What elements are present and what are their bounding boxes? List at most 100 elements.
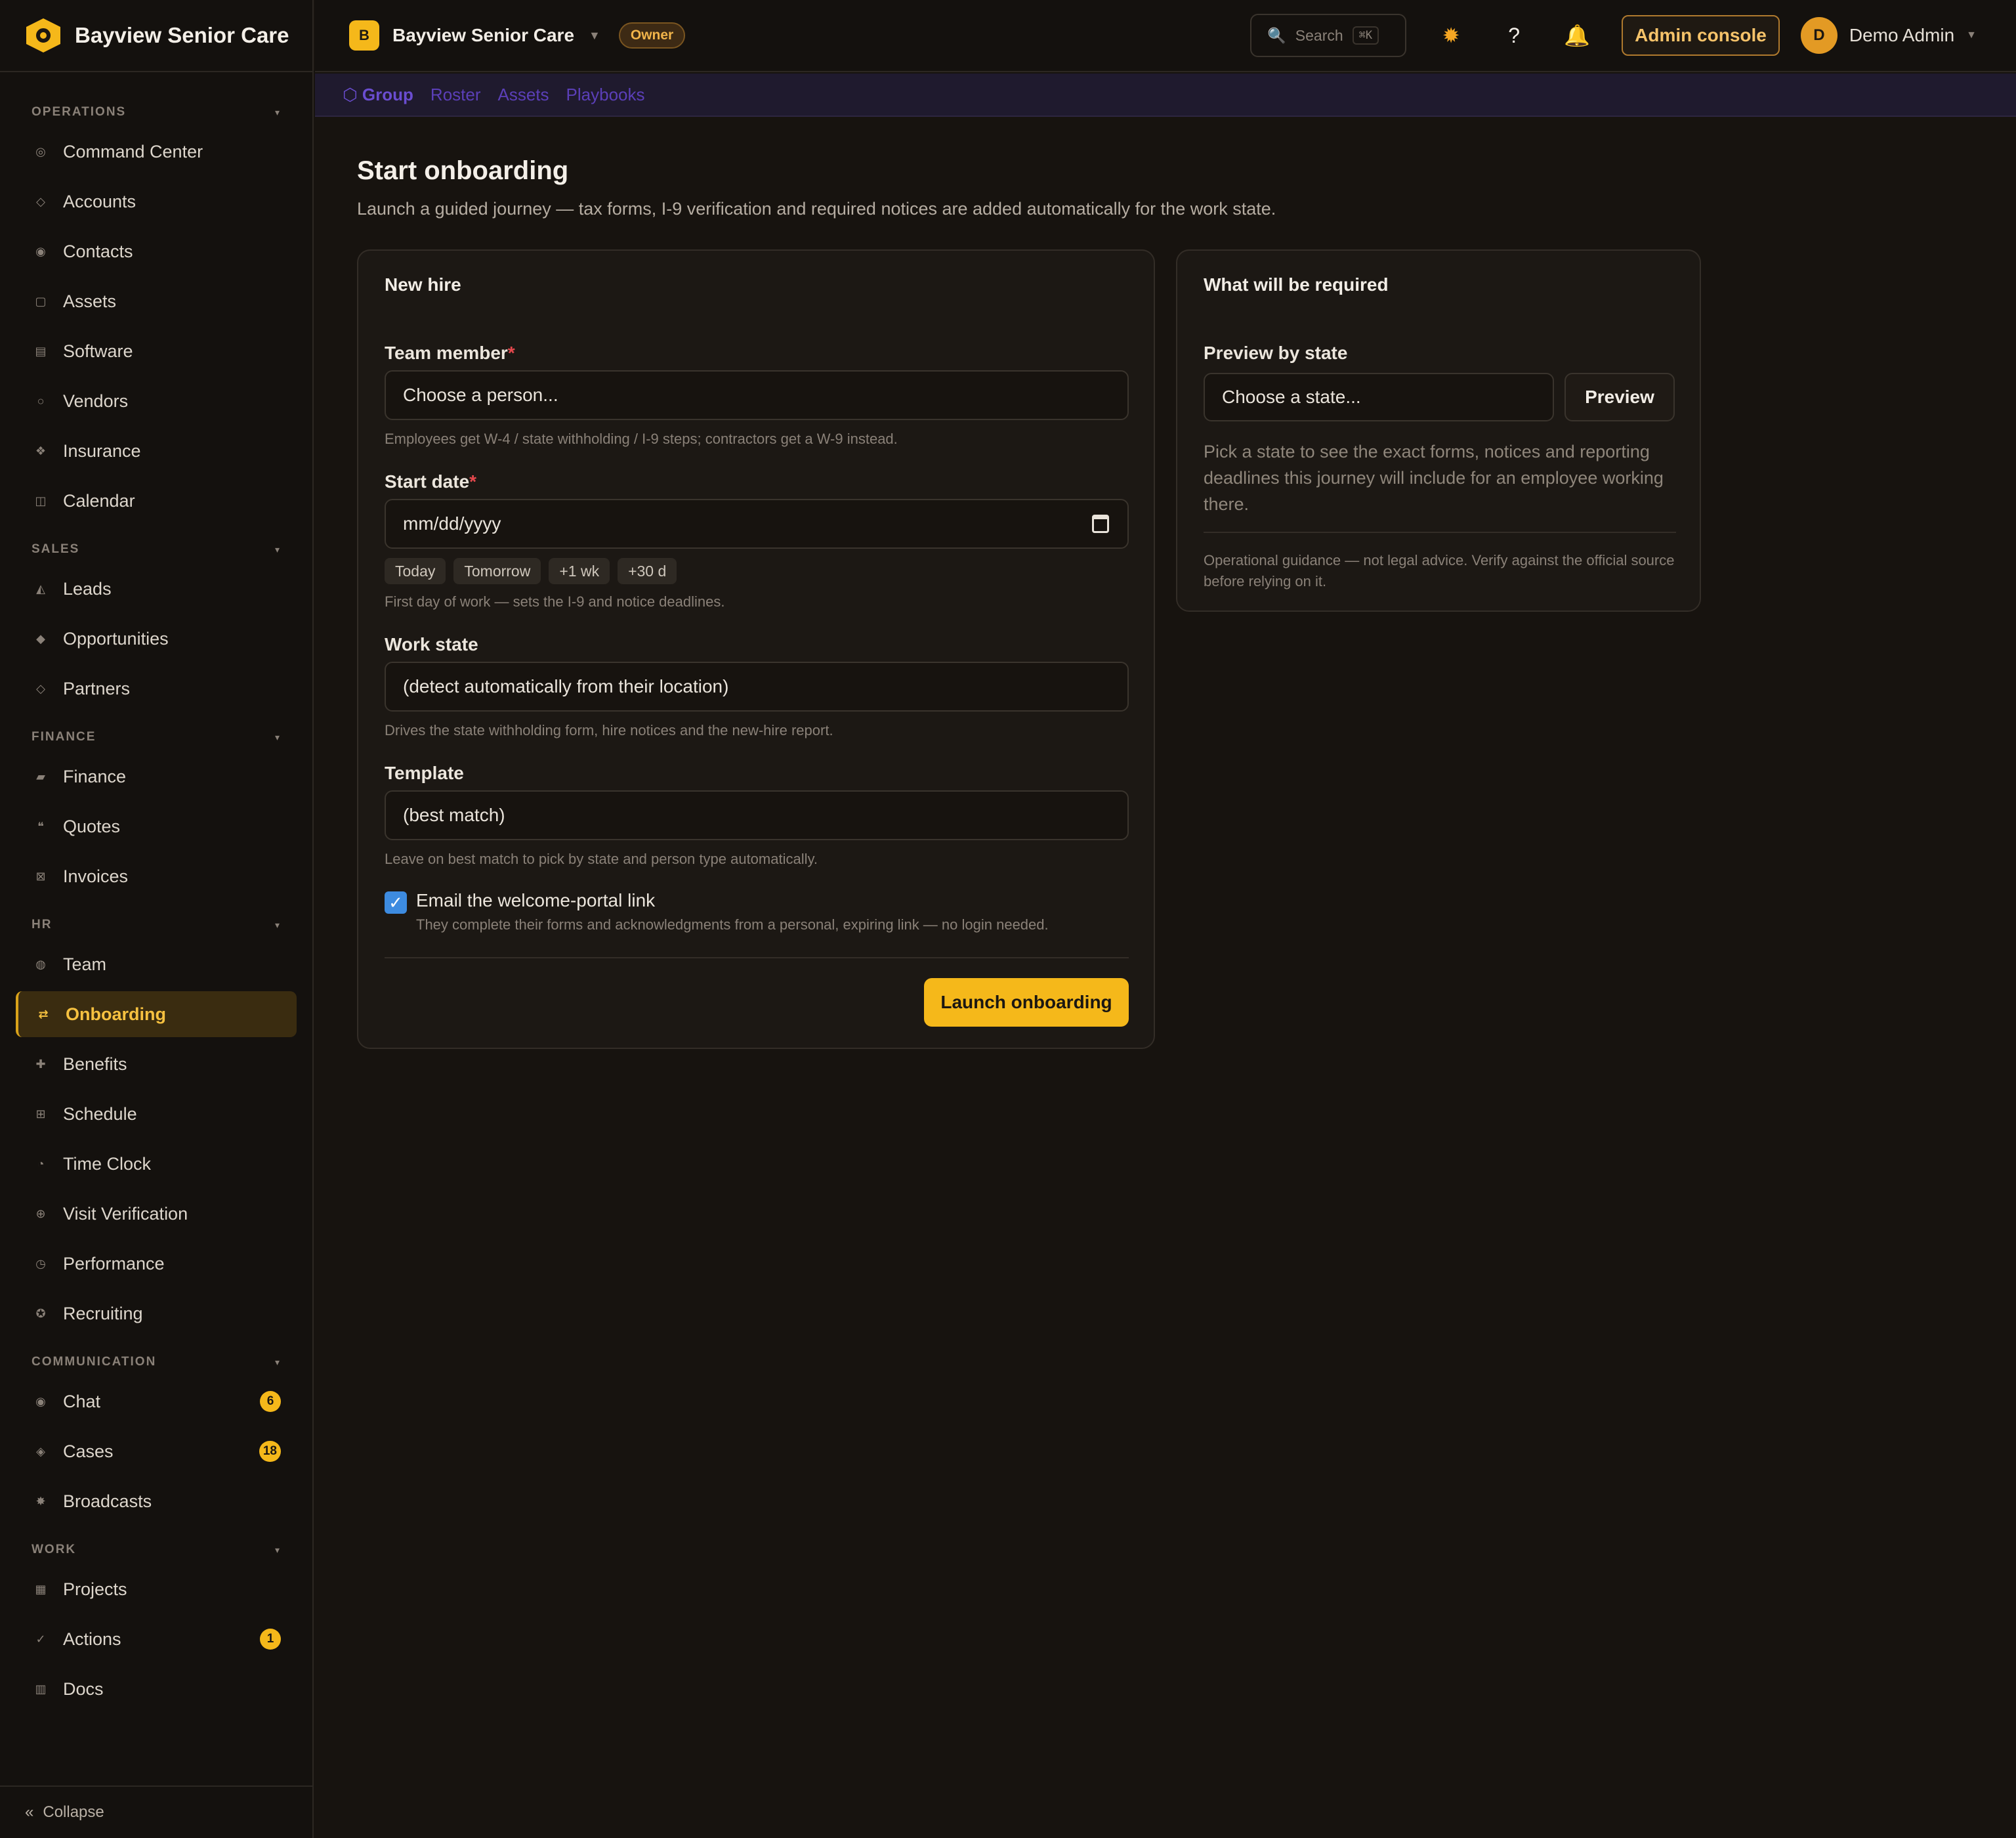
sidebar-item-label: Docs xyxy=(63,1678,104,1699)
sidebar-item-opportunities[interactable]: ◆ Opportunities xyxy=(16,616,297,662)
sidebar-item-label: Invoices xyxy=(63,866,129,886)
role-badge: Owner xyxy=(618,22,686,49)
collapse-button[interactable]: « Collapse xyxy=(0,1785,312,1838)
theme-toggle-icon[interactable]: ✹ xyxy=(1433,23,1469,48)
nav-section-hr[interactable]: HR ▾ xyxy=(16,903,297,941)
sidebar-item-team[interactable]: ◍ Team xyxy=(16,941,297,987)
vendors-icon: ○ xyxy=(37,394,45,408)
chip-one-week[interactable]: +1 wk xyxy=(549,558,610,584)
org-avatar[interactable]: B xyxy=(349,20,379,51)
partners-icon: ◇ xyxy=(36,681,45,695)
sidebar-item-schedule[interactable]: ⊞ Schedule xyxy=(16,1091,297,1137)
sidebar-item-label: Calendar xyxy=(63,490,135,511)
notifications-bell-icon[interactable]: 🔔 xyxy=(1559,23,1595,48)
state-select[interactable]: Choose a state... xyxy=(1204,373,1554,421)
actions-icon: ✓ xyxy=(35,1632,46,1646)
sidebar-item-label: Leads xyxy=(63,578,112,599)
chevron-down-icon: ▼ xyxy=(1966,30,1977,41)
email-portal-label[interactable]: Email the welcome-portal link xyxy=(416,890,655,911)
sidebar-item-contacts[interactable]: ◉ Contacts xyxy=(16,228,297,274)
nav-section-operations[interactable]: OPERATIONS ▾ xyxy=(16,91,297,129)
sidebar-item-visit-verification[interactable]: ⊕ Visit Verification xyxy=(16,1191,297,1237)
cases-icon: ◈ xyxy=(36,1444,45,1458)
calendar-icon[interactable] xyxy=(1092,515,1109,533)
sidebar-nav: OPERATIONS ▾ ◎ Command Center ◇ Accounts ◉ Cont… xyxy=(0,72,312,1785)
schedule-icon: ⊞ xyxy=(35,1107,46,1121)
sidebar-item-cases[interactable]: ◈ Cases 18 xyxy=(16,1428,297,1474)
team-member-label-text: Team member xyxy=(385,343,508,363)
user-name: Demo Admin xyxy=(1849,25,1955,45)
chevron-down-icon[interactable]: ▼ xyxy=(589,29,600,43)
email-portal-checkbox[interactable]: ✓ xyxy=(385,891,407,914)
subnav-assets[interactable]: Assets xyxy=(498,85,549,105)
sidebar-item-chat[interactable]: ◉ Chat 6 xyxy=(16,1378,297,1424)
new-hire-card: New hire Team member* Choose a person...… xyxy=(357,249,1155,1049)
recruiting-icon: ✪ xyxy=(35,1306,46,1320)
chip-tomorrow[interactable]: Tomorrow xyxy=(453,558,541,584)
docs-icon: ▥ xyxy=(35,1682,47,1696)
sidebar-item-software[interactable]: ▤ Software xyxy=(16,328,297,374)
avatar: D xyxy=(1800,17,1838,54)
team-member-select[interactable]: Choose a person... xyxy=(385,370,1129,420)
work-state-hint: Drives the state withholding form, hire … xyxy=(385,722,833,738)
sidebar-item-performance[interactable]: ◷ Performance xyxy=(16,1241,297,1287)
brand[interactable]: Bayview Senior Care xyxy=(0,0,312,72)
chip-today[interactable]: Today xyxy=(385,558,446,584)
admin-console-button[interactable]: Admin console xyxy=(1622,15,1780,56)
org-switcher[interactable]: Bayview Senior Care xyxy=(392,25,574,46)
sidebar-item-label: Command Center xyxy=(63,141,203,161)
sidebar-item-vendors[interactable]: ○ Vendors xyxy=(16,378,297,424)
sidebar-item-benefits[interactable]: ✚ Benefits xyxy=(16,1041,297,1087)
sidebar-item-onboarding[interactable]: ⇄ Onboarding xyxy=(16,991,297,1037)
chevron-down-icon: ▾ xyxy=(274,106,281,118)
sidebar-item-leads[interactable]: ◭ Leads xyxy=(16,566,297,612)
sidebar-item-broadcasts[interactable]: ✸ Broadcasts xyxy=(16,1478,297,1524)
count-badge: 6 xyxy=(260,1391,281,1412)
work-state-label: Work state xyxy=(385,634,478,654)
subnav-playbooks[interactable]: Playbooks xyxy=(566,85,645,105)
sidebar-item-actions[interactable]: ✓ Actions 1 xyxy=(16,1616,297,1662)
preview-button[interactable]: Preview xyxy=(1564,373,1675,421)
launch-onboarding-button[interactable]: Launch onboarding xyxy=(924,978,1129,1027)
start-date-input[interactable]: mm/dd/yyyy xyxy=(385,499,1129,549)
user-menu[interactable]: D Demo Admin ▼ xyxy=(1800,17,1977,54)
template-select[interactable]: (best match) xyxy=(385,790,1129,840)
sidebar-item-calendar[interactable]: ◫ Calendar xyxy=(16,478,297,524)
work-state-select[interactable]: (detect automatically from their locatio… xyxy=(385,662,1129,712)
sidebar-item-label: Software xyxy=(63,341,133,361)
page-subtitle: Launch a guided journey — tax forms, I-9… xyxy=(357,199,1276,219)
sidebar-item-label: Contacts xyxy=(63,241,133,261)
sidebar-item-label: Assets xyxy=(63,291,117,311)
search-button[interactable]: 🔍 Search ⌘K xyxy=(1250,14,1407,57)
sidebar-item-time-clock[interactable]: ◔ Time Clock xyxy=(16,1141,297,1187)
required-marker: * xyxy=(469,471,477,492)
sidebar-item-insurance[interactable]: ❖ Insurance xyxy=(16,428,297,474)
invoices-icon: ⊠ xyxy=(35,869,46,883)
sidebar-item-docs[interactable]: ▥ Docs xyxy=(16,1666,297,1712)
nav-section-sales[interactable]: SALES ▾ xyxy=(16,528,297,566)
sidebar-item-projects[interactable]: ▦ Projects xyxy=(16,1566,297,1612)
sidebar-item-finance[interactable]: ▰ Finance xyxy=(16,754,297,800)
help-icon[interactable]: ? xyxy=(1496,24,1532,48)
assets-icon: ▢ xyxy=(35,294,47,308)
sidebar-item-partners[interactable]: ◇ Partners xyxy=(16,666,297,712)
nav-section-finance[interactable]: FINANCE ▾ xyxy=(16,716,297,754)
nav-section-communication[interactable]: COMMUNICATION ▾ xyxy=(16,1340,297,1378)
requirements-description: Pick a state to see the exact forms, not… xyxy=(1204,442,1664,514)
sidebar-item-recruiting[interactable]: ✪ Recruiting xyxy=(16,1291,297,1336)
sidebar-item-invoices[interactable]: ⊠ Invoices xyxy=(16,853,297,899)
sidebar-item-label: Quotes xyxy=(63,816,121,836)
subnav-roster[interactable]: Roster xyxy=(430,85,481,105)
sidebar-item-quotes[interactable]: ❝ Quotes xyxy=(16,803,297,849)
email-portal-hint: They complete their forms and acknowledg… xyxy=(416,916,1049,933)
accounts-icon: ◇ xyxy=(36,194,45,208)
sidebar-item-assets[interactable]: ▢ Assets xyxy=(16,278,297,324)
sidebar-item-label: Opportunities xyxy=(63,628,169,649)
sidebar-item-command-center[interactable]: ◎ Command Center xyxy=(16,129,297,175)
sidebar-item-label: Vendors xyxy=(63,391,129,411)
nav-section-work[interactable]: WORK ▾ xyxy=(16,1528,297,1566)
search-label: Search xyxy=(1295,26,1343,44)
subnav-group[interactable]: ⬡ Group xyxy=(343,85,413,105)
chip-thirty-days[interactable]: +30 d xyxy=(618,558,677,584)
sidebar-item-accounts[interactable]: ◇ Accounts xyxy=(16,179,297,224)
